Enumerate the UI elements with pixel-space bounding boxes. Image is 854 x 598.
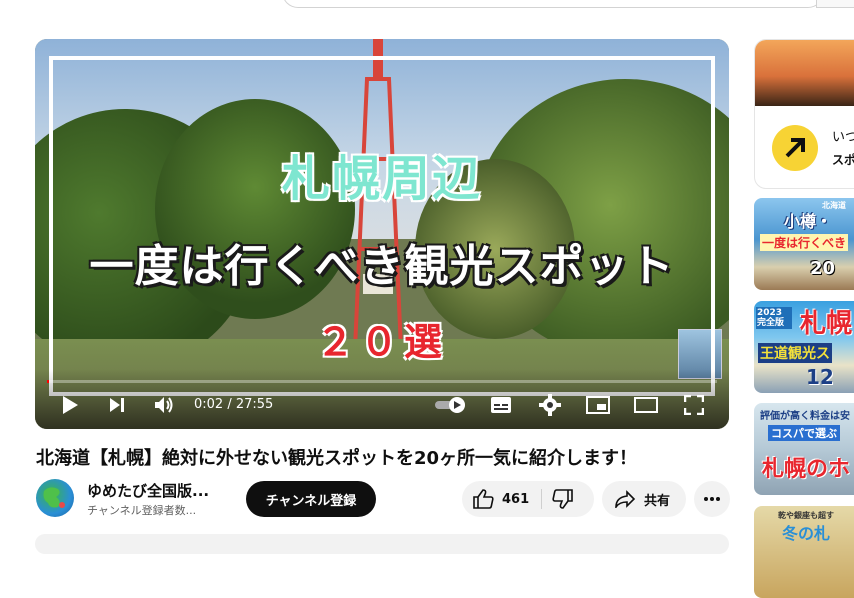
related-thumb[interactable]: 乾や銀座も超す 冬の札 [754, 506, 854, 598]
like-button[interactable]: 461 [472, 481, 538, 517]
arrow-icon [772, 125, 818, 171]
description-box[interactable] [35, 534, 729, 554]
thumbs-down-icon [552, 489, 573, 509]
related-thumb[interactable]: 2023 完全版 札幌 王道観光ス 12 [754, 301, 854, 393]
thumb-text: 評価が高く料金は安 [760, 411, 850, 422]
ad-text-2: スポ [832, 153, 854, 167]
like-divider [541, 489, 542, 509]
next-icon [110, 398, 124, 412]
channel-avatar[interactable] [36, 479, 74, 517]
like-dislike-group: 461 [462, 481, 594, 517]
autoplay-toggle-icon [435, 397, 465, 413]
thumb-text: 20 [810, 258, 836, 279]
channel-name[interactable]: ゆめたび全国版... [87, 480, 209, 501]
dislike-button[interactable] [552, 481, 586, 517]
thumb-text: 一度は行くべき [760, 234, 849, 251]
miniplayer-button[interactable] [585, 393, 611, 417]
next-button[interactable] [104, 393, 130, 417]
overlay-title-line2: 一度は行くべき観光スポット [89, 241, 675, 292]
share-icon [615, 490, 636, 508]
related-thumb[interactable]: 評価が高く料金は安 コスパで選ぶ 札幌のホ [754, 403, 854, 495]
subtitles-icon [491, 397, 511, 413]
overlay-title-line1: 札幌周辺 [281, 151, 482, 207]
volume-button[interactable] [151, 393, 177, 417]
ad-text-1: いつ [832, 130, 854, 145]
thumb-text: 冬の札 [782, 524, 831, 543]
share-button[interactable]: 共有 [602, 481, 686, 517]
video-player[interactable]: 札幌周辺 一度は行くべき観光スポット ２０選 0:02 / 27:55 [35, 39, 729, 429]
volume-icon [155, 397, 173, 413]
time-display: 0:02 / 27:55 [194, 397, 273, 412]
subscribe-button[interactable]: チャンネル登録 [246, 481, 376, 517]
more-icon [704, 497, 720, 501]
settings-icon [539, 394, 561, 416]
ad-image [755, 40, 854, 106]
fullscreen-icon [684, 395, 704, 415]
thumb-text: 札幌 [800, 309, 853, 339]
thumb-text: コスパで選ぶ [768, 425, 840, 441]
share-label: 共有 [644, 493, 671, 509]
avatar-image [43, 487, 65, 508]
thumb-text: 小樽・ [784, 212, 833, 231]
settings-button[interactable] [537, 393, 563, 417]
theater-button[interactable] [633, 393, 659, 417]
progress-bar[interactable] [47, 380, 717, 383]
thumb-text: 札幌のホ [762, 457, 851, 482]
related-thumb[interactable]: 北海道 小樽・ 一度は行くべき 20 [754, 198, 854, 290]
time-current: 0:02 [194, 397, 224, 412]
search-box[interactable] [282, 0, 824, 8]
thumb-text: 2023 完全版 [756, 307, 792, 329]
progress-fill [47, 380, 49, 383]
time-separator: / [223, 397, 236, 412]
thumb-text: 12 [806, 365, 834, 389]
ad-card[interactable]: いつ スポ [754, 39, 854, 189]
controls-shade [35, 369, 729, 429]
more-button[interactable] [694, 481, 730, 517]
play-icon [63, 396, 78, 414]
search-button[interactable] [816, 0, 854, 8]
overlay-title-line3: ２０選 [315, 320, 448, 364]
subscriber-count: チャンネル登録者数... [87, 504, 197, 517]
like-count: 461 [502, 491, 530, 507]
time-total: 27:55 [235, 397, 274, 412]
autoplay-toggle[interactable] [433, 393, 469, 417]
thumbs-up-icon [473, 489, 494, 509]
fullscreen-button[interactable] [681, 393, 707, 417]
video-title: 北海道【札幌】絶対に外せない観光スポットを20ヶ所一気に紹介します！ [36, 448, 638, 469]
play-button[interactable] [57, 393, 83, 417]
thumb-text: 王道観光ス [758, 343, 832, 363]
theater-icon [634, 397, 658, 413]
subtitles-button[interactable] [488, 393, 514, 417]
miniplayer-icon [586, 396, 610, 414]
